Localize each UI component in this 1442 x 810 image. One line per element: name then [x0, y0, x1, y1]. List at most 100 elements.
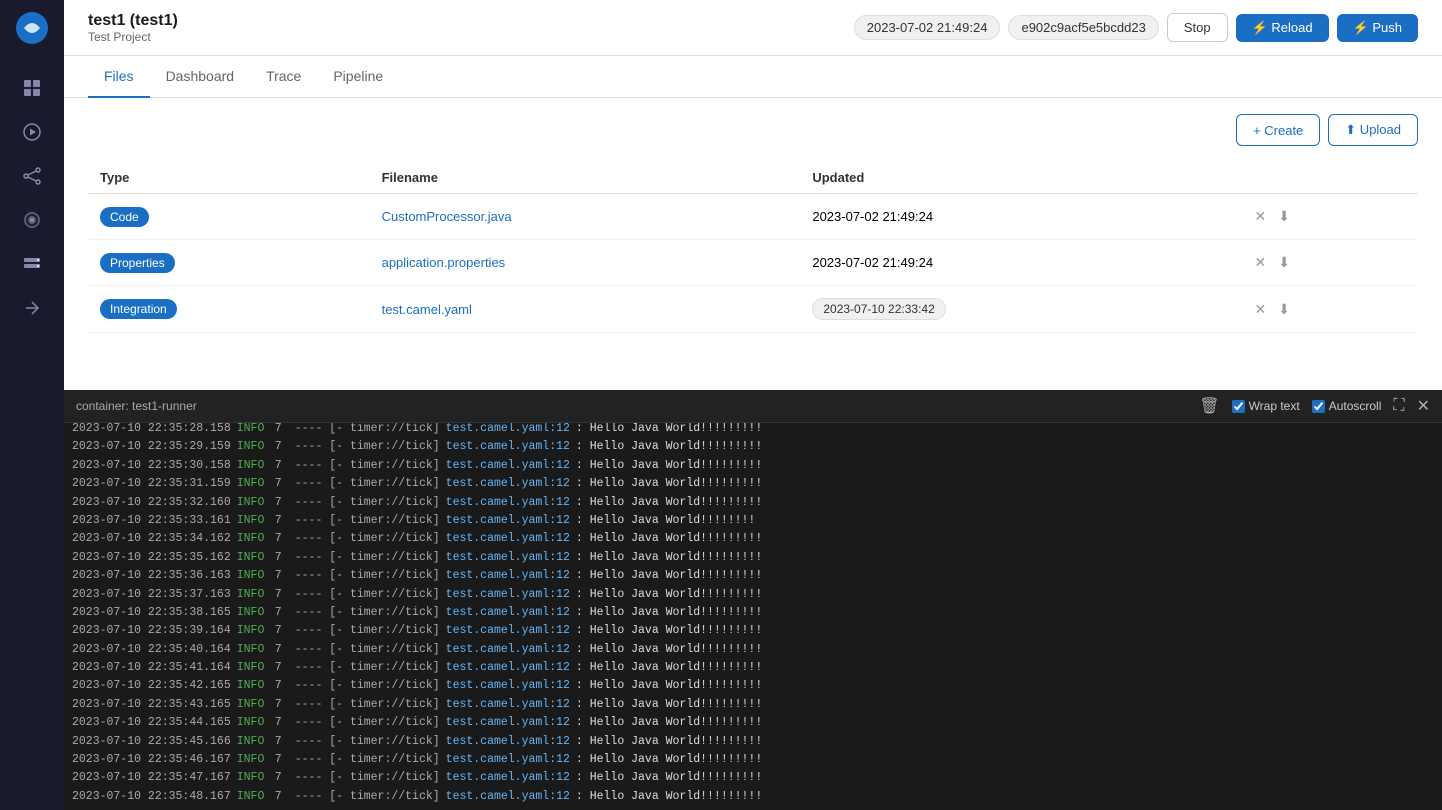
- tab-dashboard[interactable]: Dashboard: [150, 56, 251, 98]
- reload-button[interactable]: ⚡ Reload: [1236, 14, 1329, 42]
- log-timestamp: 2023-07-10 22:35:40.164: [72, 641, 231, 659]
- log-file: test.camel.yaml:12: [446, 788, 570, 806]
- file-link[interactable]: CustomProcessor.java: [382, 209, 512, 224]
- log-file: test.camel.yaml:12: [446, 494, 570, 512]
- log-level: INFO: [237, 423, 269, 438]
- log-message: : Hello Java World!!!!!!!!!: [576, 475, 762, 493]
- log-timestamp: 2023-07-10 22:35:35.162: [72, 549, 231, 567]
- app-logo[interactable]: [12, 8, 52, 48]
- download-file-button[interactable]: ⬇: [1276, 206, 1292, 227]
- sidebar-icon-services[interactable]: [12, 200, 52, 240]
- sidebar-icon-storage[interactable]: [12, 244, 52, 284]
- log-thread: ---- [- timer://tick]: [295, 567, 440, 585]
- log-timestamp: 2023-07-10 22:35:43.165: [72, 696, 231, 714]
- log-message: : Hello Java World!!!!!!!!!: [576, 696, 762, 714]
- log-line: 2023-07-10 22:35:48.167INFO7---- [- time…: [72, 788, 1434, 806]
- file-area: + Create ⬆ Upload Type Filename Updated …: [64, 98, 1442, 390]
- log-message: : Hello Java World!!!!!!!!!: [576, 494, 762, 512]
- log-line: 2023-07-10 22:35:34.162INFO7---- [- time…: [72, 530, 1434, 548]
- log-line: 2023-07-10 22:35:32.160INFO7---- [- time…: [72, 494, 1434, 512]
- log-num: 7: [275, 788, 289, 806]
- log-num: 7: [275, 696, 289, 714]
- log-file: test.camel.yaml:12: [446, 586, 570, 604]
- wrap-text-label: Wrap text: [1249, 399, 1300, 413]
- tab-trace[interactable]: Trace: [250, 56, 317, 98]
- download-file-button[interactable]: ⬇: [1276, 299, 1292, 320]
- wrap-text-input[interactable]: [1232, 400, 1245, 413]
- upload-button[interactable]: ⬆ Upload: [1328, 114, 1418, 146]
- log-file: test.camel.yaml:12: [446, 622, 570, 640]
- tab-pipeline[interactable]: Pipeline: [317, 56, 399, 98]
- log-timestamp: 2023-07-10 22:35:47.167: [72, 769, 231, 787]
- log-timestamp: 2023-07-10 22:35:30.158: [72, 457, 231, 475]
- cell-filename: CustomProcessor.java: [370, 194, 801, 240]
- autoscroll-checkbox[interactable]: Autoscroll: [1312, 399, 1382, 413]
- file-link[interactable]: test.camel.yaml: [382, 302, 472, 317]
- log-line: 2023-07-10 22:35:30.158INFO7---- [- time…: [72, 457, 1434, 475]
- log-timestamp: 2023-07-10 22:35:44.165: [72, 714, 231, 732]
- log-timestamp: 2023-07-10 22:35:42.165: [72, 677, 231, 695]
- log-thread: ---- [- timer://tick]: [295, 788, 440, 806]
- cell-updated: 2023-07-10 22:33:42: [800, 286, 1240, 333]
- file-actions: ✕ ⬇: [1253, 299, 1406, 320]
- log-thread: ---- [- timer://tick]: [295, 659, 440, 677]
- updated-badge: 2023-07-10 22:33:42: [812, 298, 945, 320]
- clear-log-button[interactable]: 🗑: [1199, 396, 1219, 416]
- autoscroll-input[interactable]: [1312, 400, 1325, 413]
- log-file: test.camel.yaml:12: [446, 438, 570, 456]
- log-thread: ---- [- timer://tick]: [295, 549, 440, 567]
- log-level: INFO: [237, 696, 269, 714]
- log-num: 7: [275, 677, 289, 695]
- page-subtitle: Test Project: [88, 30, 854, 44]
- table-row: Properties application.properties 2023-0…: [88, 240, 1418, 286]
- log-line: 2023-07-10 22:35:46.167INFO7---- [- time…: [72, 751, 1434, 769]
- log-file: test.camel.yaml:12: [446, 641, 570, 659]
- log-message: : Hello Java World!!!!!!!!!: [576, 457, 762, 475]
- sidebar-icon-runs[interactable]: [12, 112, 52, 152]
- sidebar-icon-projects[interactable]: [12, 68, 52, 108]
- log-line: 2023-07-10 22:35:44.165INFO7---- [- time…: [72, 714, 1434, 732]
- log-message: : Hello Java World!!!!!!!!!: [576, 659, 762, 677]
- log-message: : Hello Java World!!!!!!!!!: [576, 751, 762, 769]
- log-timestamp: 2023-07-10 22:35:33.161: [72, 512, 231, 530]
- log-message: : Hello Java World!!!!!!!!!: [576, 567, 762, 585]
- log-message: : Hello Java World!!!!!!!!!: [576, 586, 762, 604]
- log-level: INFO: [237, 438, 269, 456]
- log-num: 7: [275, 494, 289, 512]
- log-thread: ---- [- timer://tick]: [295, 696, 440, 714]
- cell-actions: ✕ ⬇: [1241, 194, 1418, 240]
- log-file: test.camel.yaml:12: [446, 549, 570, 567]
- log-file: test.camel.yaml:12: [446, 769, 570, 787]
- download-file-button[interactable]: ⬇: [1276, 252, 1292, 273]
- log-timestamp: 2023-07-10 22:35:31.159: [72, 475, 231, 493]
- delete-file-button[interactable]: ✕: [1253, 252, 1269, 273]
- expand-log-button[interactable]: ⛶: [1393, 397, 1404, 415]
- stop-button[interactable]: Stop: [1167, 13, 1228, 42]
- log-header: container: test1-runner 🗑 Wrap text Auto…: [64, 390, 1442, 423]
- delete-file-button[interactable]: ✕: [1253, 299, 1269, 320]
- main-content: test1 (test1) Test Project 2023-07-02 21…: [64, 0, 1442, 810]
- log-file: test.camel.yaml:12: [446, 512, 570, 530]
- push-button[interactable]: ⚡ Push: [1337, 14, 1418, 42]
- log-num: 7: [275, 622, 289, 640]
- log-level: INFO: [237, 549, 269, 567]
- cell-type: Integration: [88, 286, 370, 333]
- tab-files[interactable]: Files: [88, 56, 150, 98]
- log-level: INFO: [237, 475, 269, 493]
- file-link[interactable]: application.properties: [382, 255, 506, 270]
- sidebar-icon-integrations[interactable]: [12, 288, 52, 328]
- create-button[interactable]: + Create: [1236, 114, 1320, 146]
- page-title: test1 (test1): [88, 12, 854, 30]
- log-file: test.camel.yaml:12: [446, 457, 570, 475]
- log-body: 2023-07-10 22:35:28.158INFO7---- [- time…: [64, 423, 1442, 810]
- col-updated: Updated: [800, 162, 1240, 194]
- sidebar-icon-pipelines[interactable]: [12, 156, 52, 196]
- log-thread: ---- [- timer://tick]: [295, 641, 440, 659]
- close-log-button[interactable]: ✕: [1417, 396, 1430, 416]
- file-actions: ✕ ⬇: [1253, 252, 1406, 273]
- delete-file-button[interactable]: ✕: [1253, 206, 1269, 227]
- log-thread: ---- [- timer://tick]: [295, 769, 440, 787]
- log-line: 2023-07-10 22:35:45.166INFO7---- [- time…: [72, 733, 1434, 751]
- wrap-text-checkbox[interactable]: Wrap text: [1232, 399, 1300, 413]
- log-timestamp: 2023-07-10 22:35:36.163: [72, 567, 231, 585]
